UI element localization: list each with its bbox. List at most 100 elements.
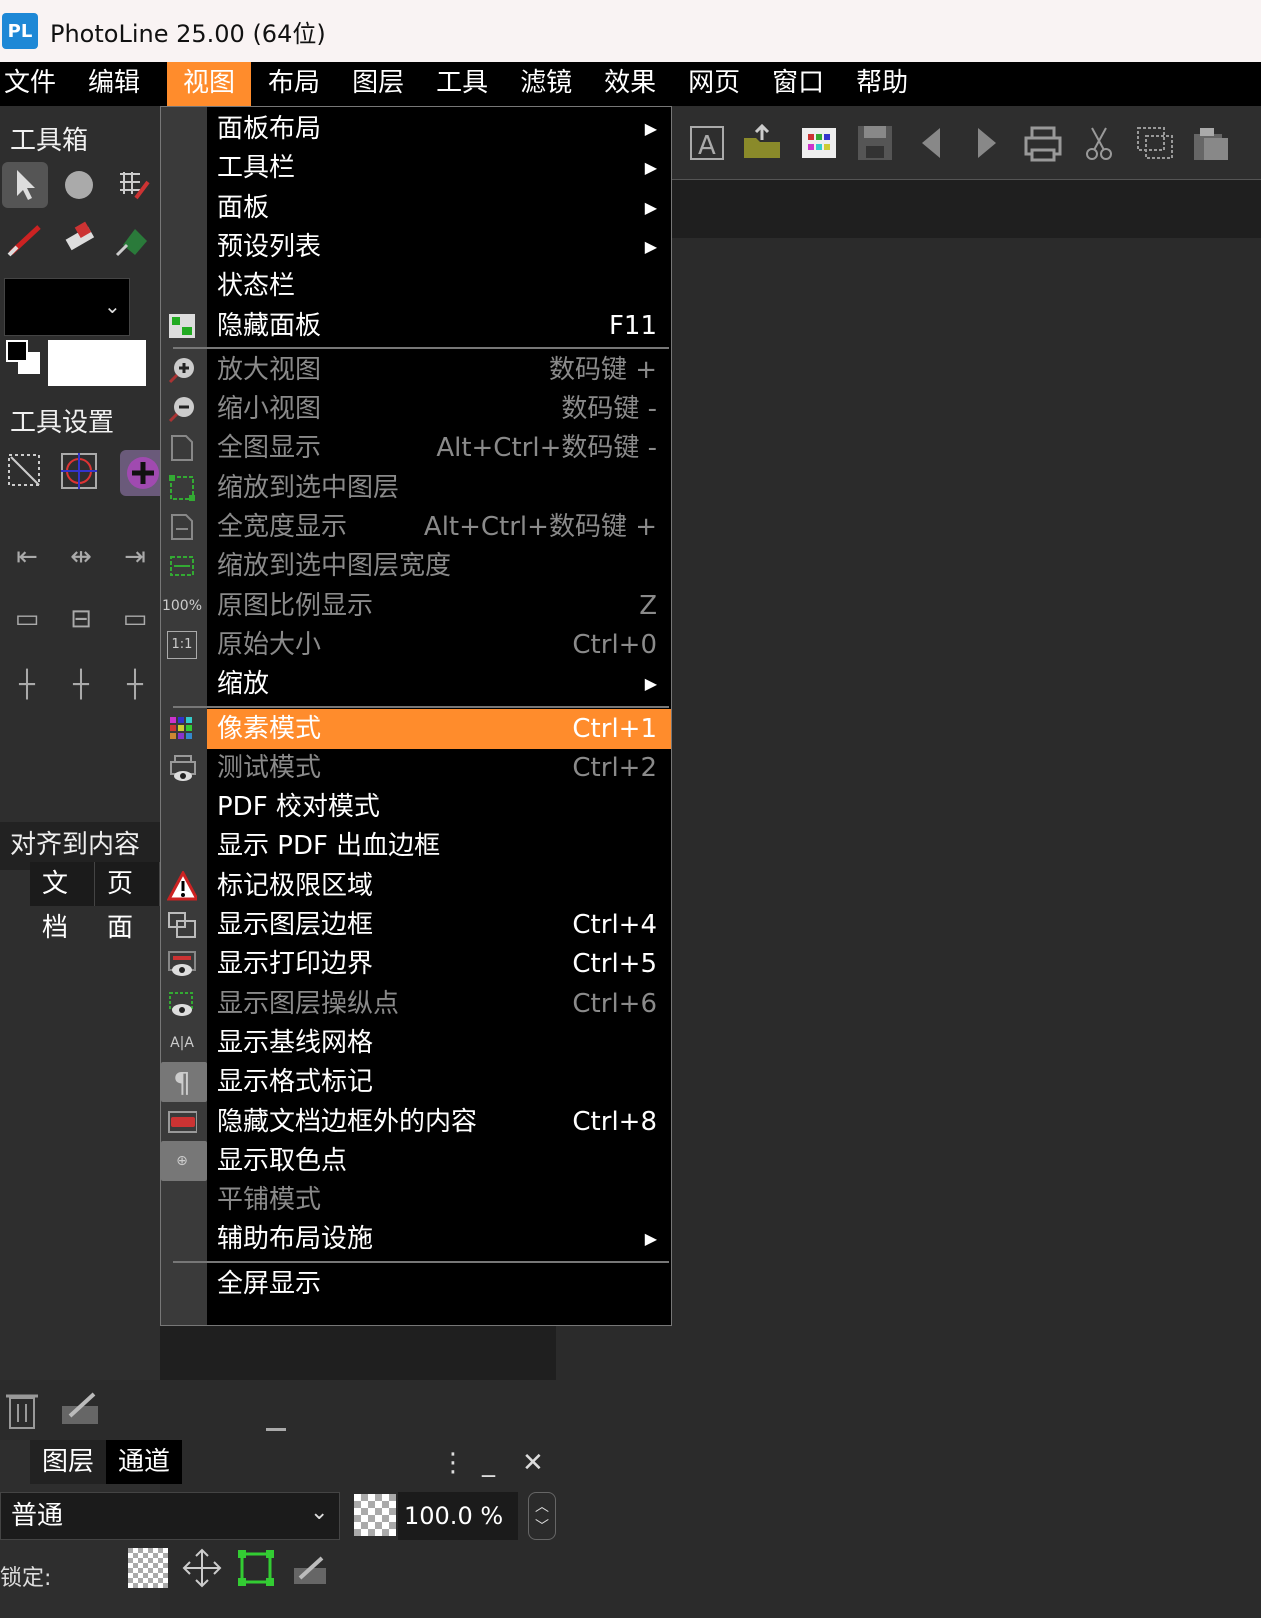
- lock-size-icon[interactable]: [236, 1548, 276, 1588]
- opacity-input[interactable]: 100.0 %: [398, 1492, 518, 1540]
- view-menu-item-11[interactable]: 缩放到选中图层宽度: [161, 546, 671, 586]
- back-icon[interactable]: [910, 122, 952, 164]
- blend-mode-select[interactable]: 普通: [0, 1492, 340, 1540]
- menu-7[interactable]: 效果: [599, 62, 671, 106]
- view-menu-item-12[interactable]: 100% 原图比例显示 Z: [161, 586, 671, 626]
- menu-10[interactable]: 帮助: [851, 62, 923, 106]
- distribute-top-icon[interactable]: ┼: [4, 662, 50, 708]
- view-menu-item-15[interactable]: 像素模式 Ctrl+1: [170, 708, 671, 749]
- view-menu-item-28[interactable]: 辅助布局设施 ▶: [161, 1219, 671, 1259]
- chevron-down-icon[interactable]: ⌄: [310, 1500, 328, 1525]
- open-folder-icon[interactable]: [742, 122, 784, 164]
- ellipse-tool[interactable]: [56, 162, 102, 208]
- brush-tool[interactable]: [2, 216, 48, 262]
- menu-2[interactable]: 视图: [167, 62, 252, 106]
- view-menu-item-3[interactable]: 预设列表 ▶: [161, 227, 671, 267]
- tab-page[interactable]: 页面: [95, 862, 160, 943]
- view-menu-item-2[interactable]: 面板 ▶: [161, 188, 671, 228]
- menu-3[interactable]: 布局: [263, 62, 335, 106]
- menu-5[interactable]: 工具: [431, 62, 503, 106]
- transform-select-tool[interactable]: [2, 448, 48, 494]
- submenu-arrow-icon: ▶: [644, 119, 657, 138]
- view-menu-item-19[interactable]: 标记极限区域: [161, 866, 671, 906]
- opacity-stepper[interactable]: ︿ ﹀: [528, 1492, 556, 1540]
- save-icon[interactable]: [854, 122, 896, 164]
- cut-icon[interactable]: [1078, 122, 1120, 164]
- view-menu-item-5[interactable]: 隐藏面板 F11: [161, 306, 671, 346]
- close-icon[interactable]: ✕: [522, 1448, 544, 1478]
- align-middle-icon[interactable]: ⊟: [58, 596, 104, 642]
- paint-bucket-icon: [115, 229, 147, 257]
- menu-item-shortcut: 数码键 +: [548, 354, 657, 385]
- menu-0[interactable]: 文件: [0, 62, 71, 106]
- tab-document[interactable]: 文档: [30, 862, 95, 943]
- view-menu-item-18[interactable]: 显示 PDF 出血边框: [161, 826, 671, 866]
- menu-6[interactable]: 滤镜: [515, 62, 587, 106]
- view-menu-item-20[interactable]: 显示图层边框 Ctrl+4: [161, 905, 671, 945]
- tab-channels[interactable]: 通道: [106, 1440, 183, 1484]
- crosshair-tool[interactable]: [56, 448, 102, 494]
- view-menu-item-8[interactable]: 全图显示 Alt+Ctrl+数码键 -: [161, 428, 671, 468]
- align-row-1: ⇤ ⇹ ⇥: [0, 534, 160, 584]
- menu-8[interactable]: 网页: [683, 62, 755, 106]
- view-menu-item-7[interactable]: 缩小视图 数码键 -: [161, 389, 671, 429]
- paste-icon[interactable]: [1190, 122, 1232, 164]
- align-left-icon[interactable]: ⇤: [4, 534, 50, 580]
- view-menu-item-21[interactable]: 显示打印边界 Ctrl+5: [161, 944, 671, 984]
- menu-4[interactable]: 图层: [347, 62, 419, 106]
- view-menu-item-10[interactable]: 全宽度显示 Alt+Ctrl+数码键 +: [161, 507, 671, 547]
- lock-edit-icon[interactable]: [290, 1548, 330, 1588]
- edit-icon[interactable]: [60, 1388, 100, 1432]
- circle-icon: [65, 171, 93, 199]
- print-icon[interactable]: [1022, 122, 1064, 164]
- menu-item-shortcut: Ctrl+6: [572, 988, 657, 1019]
- view-menu-item-0[interactable]: 面板布局 ▶: [161, 109, 671, 149]
- copy-icon[interactable]: [1134, 122, 1176, 164]
- view-menu-item-22[interactable]: 显示图层操纵点 Ctrl+6: [161, 984, 671, 1024]
- view-menu-item-14[interactable]: 缩放 ▶: [161, 664, 671, 704]
- panel-options-icon[interactable]: ⋮: [440, 1448, 466, 1478]
- view-menu-item-23[interactable]: A|A 显示基线网格: [161, 1023, 671, 1063]
- view-menu-item-17[interactable]: PDF 校对模式: [161, 787, 671, 827]
- select-tool[interactable]: [2, 162, 48, 208]
- view-menu-item-24[interactable]: ¶ 显示格式标记: [161, 1062, 671, 1102]
- trash-icon[interactable]: [4, 1388, 40, 1434]
- align-bottom-icon[interactable]: ▭: [112, 596, 158, 642]
- background-color-box[interactable]: [48, 340, 146, 386]
- view-menu-item-6[interactable]: 放大视图 数码键 +: [161, 350, 671, 390]
- forward-icon[interactable]: [966, 122, 1008, 164]
- lock-position-icon[interactable]: [182, 1548, 222, 1588]
- zoom-in-icon: [167, 356, 197, 384]
- brush-icon: [7, 225, 41, 257]
- color-palette-icon[interactable]: [798, 122, 840, 164]
- tab-layers[interactable]: 图层: [30, 1440, 107, 1484]
- mesh-tool[interactable]: [110, 162, 156, 208]
- mini-foreground-swatch[interactable]: [6, 340, 28, 362]
- title-bar: PL PhotoLine 25.00 (64位): [0, 0, 1261, 62]
- align-center-icon[interactable]: ⇹: [58, 534, 104, 580]
- view-menu-item-4[interactable]: 状态栏: [161, 266, 671, 306]
- chevron-down-icon[interactable]: ﹀: [535, 1516, 549, 1536]
- align-top-icon[interactable]: ▭: [4, 596, 50, 642]
- chevron-down-icon[interactable]: ⌄: [104, 294, 121, 318]
- eraser-tool[interactable]: [56, 216, 102, 262]
- menu-1[interactable]: 编辑: [83, 62, 155, 106]
- view-menu-item-1[interactable]: 工具栏 ▶: [161, 148, 671, 188]
- view-menu-item-9[interactable]: 缩放到选中图层: [161, 468, 671, 508]
- lock-transparency-icon[interactable]: [128, 1548, 168, 1588]
- chevron-up-icon[interactable]: ︿: [535, 1496, 549, 1516]
- view-menu-item-16[interactable]: 测试模式 Ctrl+2: [161, 748, 671, 788]
- menu-9[interactable]: 窗口: [767, 62, 839, 106]
- view-menu-item-25[interactable]: 隐藏文档边框外的内容 Ctrl+8: [161, 1102, 671, 1142]
- resize-handle[interactable]: [266, 1428, 286, 1431]
- distribute-middle-icon[interactable]: ┼: [58, 662, 104, 708]
- view-menu-item-29[interactable]: 全屏显示: [161, 1264, 671, 1304]
- view-menu-item-13[interactable]: 1:1 原始大小 Ctrl+0: [161, 625, 671, 665]
- view-menu-item-26[interactable]: ⊕ 显示取色点: [161, 1141, 671, 1181]
- align-right-icon[interactable]: ⇥: [112, 534, 158, 580]
- text-tool-icon[interactable]: A: [686, 122, 728, 164]
- minimize-icon[interactable]: _: [482, 1448, 495, 1478]
- distribute-bottom-icon[interactable]: ┼: [112, 662, 158, 708]
- view-menu-item-27[interactable]: 平铺模式: [161, 1180, 671, 1220]
- fill-tool[interactable]: [110, 216, 156, 262]
